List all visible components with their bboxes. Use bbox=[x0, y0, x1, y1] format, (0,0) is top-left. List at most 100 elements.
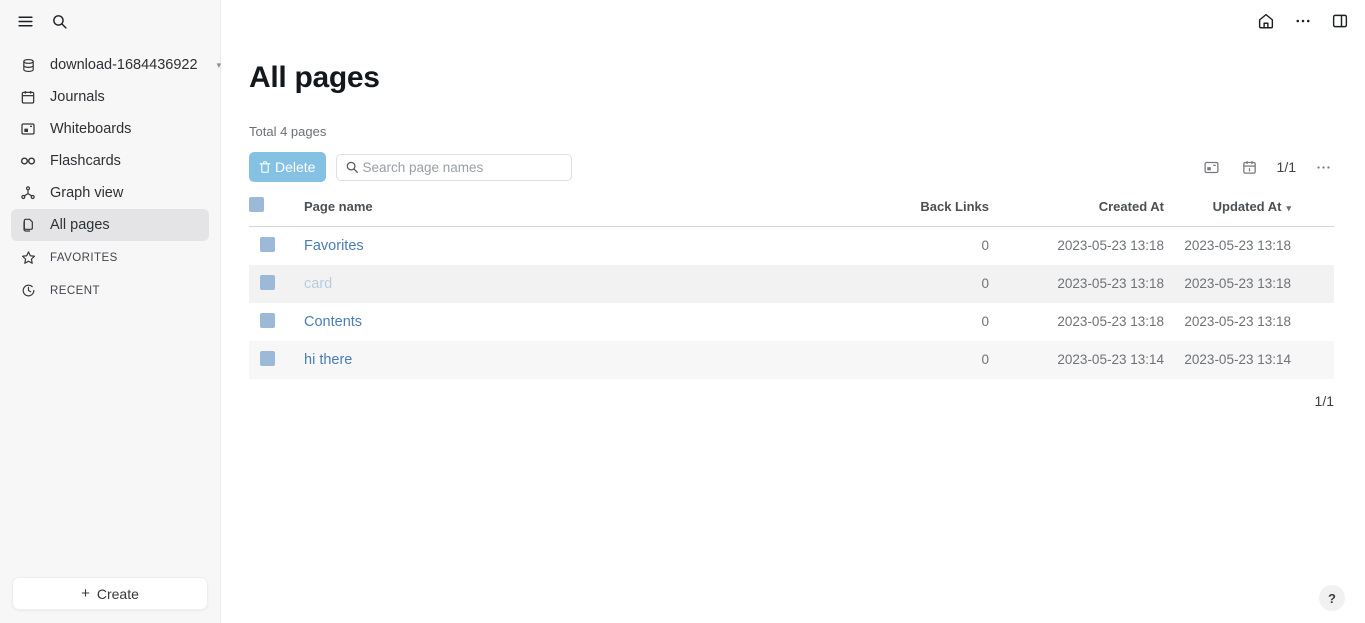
table-head: Page name Back Links Created At Updated … bbox=[249, 197, 1334, 227]
search-icon bbox=[345, 160, 359, 174]
row-select-cell bbox=[249, 303, 304, 341]
row-created-at-cell: 2023-05-23 13:14 bbox=[1057, 352, 1164, 367]
sidebar-item-all-pages[interactable]: All pages bbox=[11, 209, 209, 241]
calendar-icon bbox=[19, 88, 37, 106]
right-sidebar-toggle-icon[interactable] bbox=[1329, 10, 1351, 32]
calendar-day-icon[interactable] bbox=[1239, 156, 1261, 178]
search-page-names-wrapper[interactable] bbox=[336, 153, 573, 181]
more-horizontal-icon[interactable] bbox=[1312, 156, 1334, 178]
row-back-links-cell: 0 bbox=[981, 314, 989, 329]
row-updated-at-cell: 2023-05-23 13:14 bbox=[1184, 352, 1291, 367]
hamburger-menu-icon[interactable] bbox=[14, 10, 36, 32]
sidebar-graph-label: download-1684436922 bbox=[50, 57, 198, 73]
row-checkbox[interactable] bbox=[260, 236, 275, 252]
delete-button-label: Delete bbox=[275, 159, 316, 175]
sidebar-item-label: Flashcards bbox=[50, 153, 121, 169]
sidebar-item-flashcards[interactable]: Flashcards bbox=[11, 145, 209, 177]
row-checkbox[interactable] bbox=[260, 312, 275, 328]
help-button[interactable]: ? bbox=[1319, 585, 1345, 611]
app-root: download-1684436922 ▾ Journals Whiteboar… bbox=[0, 0, 1365, 623]
sidebar-item-label: Whiteboards bbox=[50, 121, 132, 137]
sidebar-item-journals[interactable]: Journals bbox=[11, 81, 209, 113]
sidebar-item-graph-view[interactable]: Graph view bbox=[11, 177, 209, 209]
table-row[interactable]: Favorites 0 2023-05-23 13:18 2023-05-23 … bbox=[249, 227, 1334, 265]
graph-node-icon bbox=[19, 184, 37, 202]
sidebar-section-recent[interactable]: RECENT bbox=[11, 274, 209, 307]
table-row[interactable]: Contents 0 2023-05-23 13:18 2023-05-23 1… bbox=[249, 303, 1334, 341]
clock-icon bbox=[19, 282, 37, 300]
column-header-updated-at[interactable]: Updated At ▾ bbox=[1174, 197, 1334, 227]
toolbar-pagination: 1/1 bbox=[1276, 159, 1296, 175]
more-horizontal-icon[interactable] bbox=[1292, 10, 1314, 32]
row-select-cell bbox=[249, 227, 304, 265]
trash-icon bbox=[258, 160, 272, 174]
total-pages-text: Total 4 pages bbox=[249, 124, 327, 139]
row-select-cell bbox=[249, 265, 304, 303]
whiteboard-layout-icon[interactable] bbox=[1201, 156, 1223, 178]
whiteboard-icon bbox=[19, 120, 37, 138]
row-updated-at-cell: 2023-05-23 13:18 bbox=[1184, 276, 1291, 291]
table-header-row: Page name Back Links Created At Updated … bbox=[249, 197, 1334, 227]
table-footer-pagination: 1/1 bbox=[1314, 392, 1334, 409]
page-link[interactable]: Favorites bbox=[304, 238, 364, 254]
table-body: Favorites 0 2023-05-23 13:18 2023-05-23 … bbox=[249, 227, 1334, 379]
column-header-updated-at-label: Updated At bbox=[1212, 198, 1282, 214]
page-title: All pages bbox=[249, 61, 380, 94]
row-created-at-cell: 2023-05-23 13:18 bbox=[1057, 314, 1164, 329]
create-button-label: Create bbox=[96, 585, 139, 602]
all-pages-table: Page name Back Links Created At Updated … bbox=[249, 197, 1334, 379]
sidebar-nav: download-1684436922 ▾ Journals Whiteboar… bbox=[0, 49, 221, 307]
row-created-at-cell: 2023-05-23 13:18 bbox=[1057, 238, 1164, 254]
home-icon[interactable] bbox=[1255, 10, 1277, 32]
sidebar-item-whiteboards[interactable]: Whiteboards bbox=[11, 113, 209, 145]
select-all-checkbox[interactable] bbox=[249, 197, 264, 212]
row-page-name-cell: Favorites bbox=[304, 227, 849, 265]
column-header-page-name[interactable]: Page name bbox=[304, 197, 849, 227]
row-back-links-cell: 0 bbox=[981, 276, 989, 291]
main-topbar bbox=[221, 4, 1365, 38]
left-sidebar: download-1684436922 ▾ Journals Whiteboar… bbox=[0, 0, 221, 623]
create-button[interactable]: + Create bbox=[12, 577, 208, 610]
table-toolbar: Delete Search page names 1/1 bbox=[249, 152, 1365, 182]
page-link[interactable]: Contents bbox=[304, 314, 362, 330]
sidebar-item-label: Journals bbox=[50, 89, 105, 105]
infinity-icon bbox=[19, 152, 37, 170]
row-checkbox[interactable] bbox=[260, 350, 275, 366]
sidebar-section-label: RECENT bbox=[50, 284, 100, 297]
table-row[interactable]: hi there 0 2023-05-23 13:14 2023-05-23 1… bbox=[249, 340, 1334, 379]
row-checkbox[interactable] bbox=[260, 274, 275, 290]
sidebar-section-label: FAVORITES bbox=[50, 251, 118, 264]
sidebar-item-label: All pages bbox=[50, 217, 110, 233]
column-header-back-links[interactable]: Back Links bbox=[849, 197, 999, 227]
page-link[interactable]: card bbox=[304, 276, 332, 292]
search-input[interactable] bbox=[362, 159, 564, 175]
delete-button[interactable]: Delete bbox=[249, 152, 327, 182]
sidebar-section-favorites[interactable]: FAVORITES bbox=[11, 241, 209, 274]
search-icon[interactable] bbox=[48, 10, 70, 32]
database-icon bbox=[19, 56, 37, 74]
sidebar-bottom: + Create bbox=[0, 577, 220, 623]
all-pages-table-wrapper: Page name Back Links Created At Updated … bbox=[249, 197, 1365, 379]
table-toolbar-right: 1/1 bbox=[1201, 156, 1334, 178]
sidebar-item-graph-selector[interactable]: download-1684436922 ▾ bbox=[11, 49, 221, 81]
main-area: All pages Total 4 pages Delete Search pa… bbox=[221, 0, 1365, 623]
row-updated-at-cell: 2023-05-23 13:18 bbox=[1184, 238, 1291, 254]
row-back-links-cell: 0 bbox=[981, 352, 989, 367]
table-row[interactable]: card 0 2023-05-23 13:18 2023-05-23 13:18 bbox=[249, 264, 1334, 303]
select-all-header bbox=[249, 197, 304, 227]
page-link[interactable]: hi there bbox=[304, 352, 352, 368]
row-back-links-cell: 0 bbox=[981, 238, 989, 254]
column-header-created-at[interactable]: Created At bbox=[999, 197, 1174, 227]
row-page-name-cell: card bbox=[304, 265, 849, 303]
sidebar-item-label: Graph view bbox=[50, 185, 124, 201]
pages-copy-icon bbox=[19, 216, 37, 234]
row-updated-at-cell: 2023-05-23 13:18 bbox=[1184, 314, 1291, 329]
row-select-cell bbox=[249, 341, 304, 379]
row-page-name-cell: hi there bbox=[304, 341, 849, 379]
plus-icon: + bbox=[81, 585, 90, 602]
row-created-at-cell: 2023-05-23 13:18 bbox=[1057, 276, 1164, 291]
star-icon bbox=[19, 249, 37, 267]
main-content: All pages Total 4 pages Delete Search pa… bbox=[221, 60, 1365, 409]
sort-descending-icon[interactable]: ▾ bbox=[1286, 203, 1291, 213]
